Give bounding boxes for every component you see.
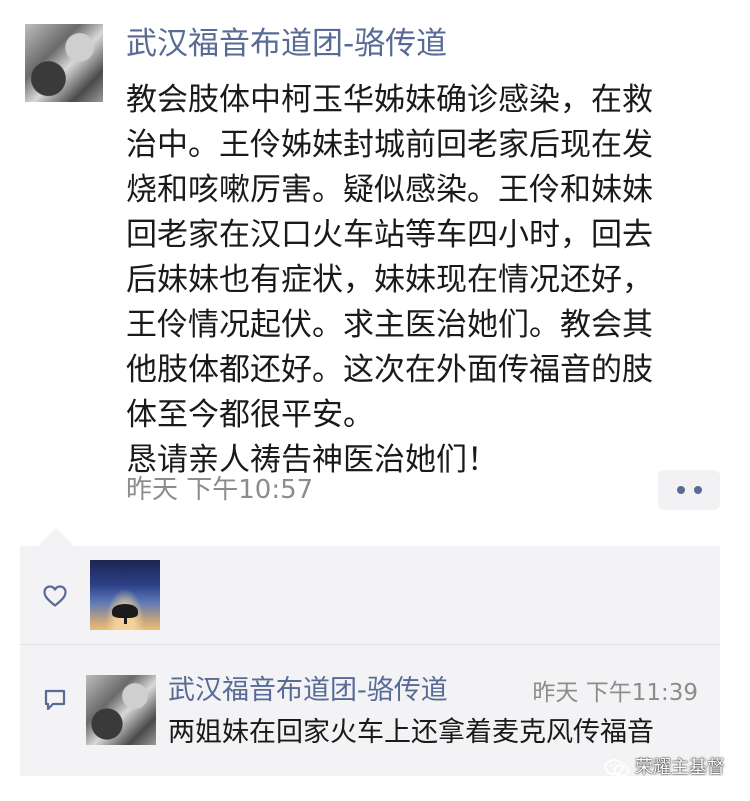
post-body: 教会肢体中柯玉华姊妹确诊感染，在救 治中。王伶姊妹封城前回老家后现在发 烧和咳嗽… (126, 78, 726, 483)
author-avatar[interactable] (25, 24, 103, 102)
post-text-line: 回老家在汉口火车站等车四小时，回去 (126, 217, 653, 253)
post-text-line: 体至今都很平安。 (126, 397, 374, 433)
post-timestamp: 昨天 下午10:57 (126, 475, 314, 505)
commenter-avatar[interactable] (86, 675, 156, 745)
wechat-icon (604, 759, 630, 777)
author-name[interactable]: 武汉福音布道团-骆传道 (126, 24, 447, 64)
post-text-line: 治中。王伶姊妹封城前回老家后现在发 (126, 127, 653, 163)
post-text-line: 后妹妹也有症状，妹妹现在情况还好， (126, 262, 653, 298)
more-dots-icon (676, 486, 685, 494)
watermark: 荣耀主基督 (604, 756, 725, 780)
watermark-text: 荣耀主基督 (635, 757, 725, 778)
likes-row (20, 546, 720, 644)
comment-time: 昨天 下午11:39 (532, 680, 698, 706)
post-text-line: 教会肢体中柯玉华姊妹确诊感染，在救 (126, 82, 653, 118)
more-button[interactable] (658, 470, 720, 510)
more-dots-icon (693, 486, 702, 494)
post-text-line: 他肢体都还好。这次在外面传福音的肢 (126, 352, 653, 388)
commenter-name[interactable]: 武汉福音布道团-骆传道 (168, 673, 448, 709)
comment-text: 两姐妹在回家火车上还拿着麦克风传福音 (168, 717, 654, 748)
panel-pointer (38, 528, 74, 546)
post-text-line: 王伶情况起伏。求主医治她们。教会其 (126, 307, 653, 343)
comment-icon (44, 689, 66, 711)
post-text-line: 烧和咳嗽厉害。疑似感染。王伶和妹妹 (126, 172, 653, 208)
liker-avatar[interactable] (90, 560, 160, 630)
heart-icon (43, 585, 67, 607)
interaction-panel: 武汉福音布道团-骆传道 昨天 下午11:39 两姐妹在回家火车上还拿着麦克风传福… (20, 546, 720, 776)
